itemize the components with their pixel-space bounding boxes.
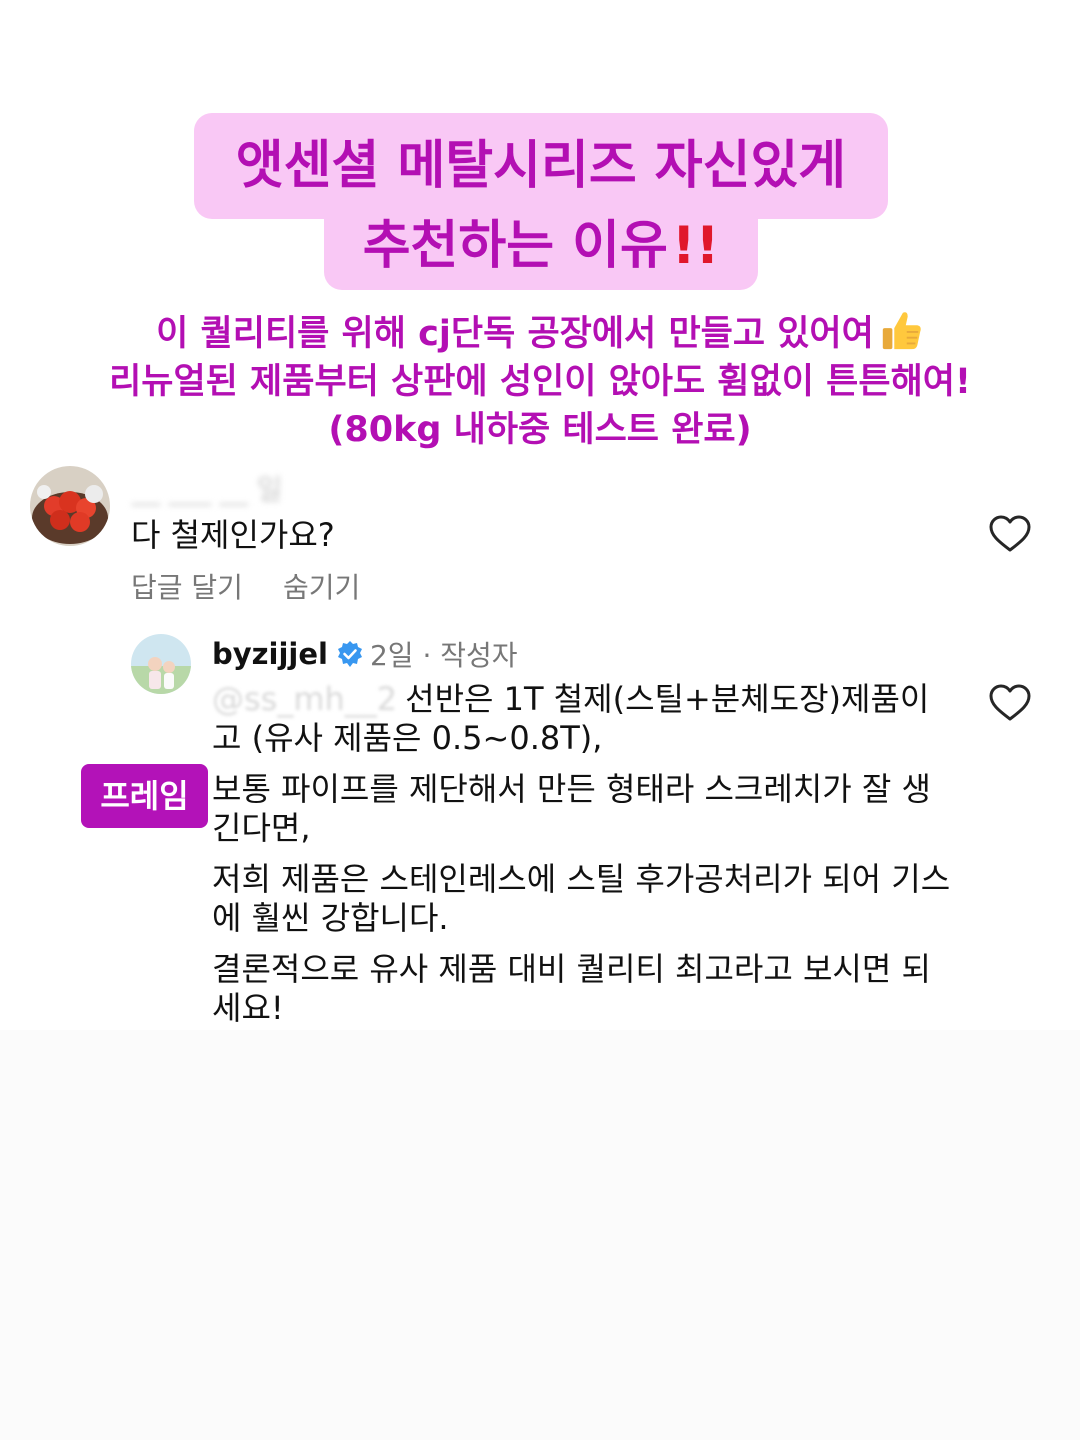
headline-line-1-text: 앳센셜 메탈시리즈 자신있게 [235,136,847,196]
like-heart-icon[interactable] [988,514,1032,554]
verified-badge-icon [337,641,362,667]
like-heart-icon[interactable] [988,683,1032,723]
subtitle-line-1-text: 이 퀄리티를 위해 cj단독 공장에서 만들고 있어여 [156,314,874,354]
reply-paragraph: 저희 제품은 스테인레스에 스틸 후가공처리가 되어 기스에 훨씬 강합니다. [212,860,951,937]
author-avatar[interactable] [131,634,191,694]
strawberry-avatar-image [30,466,110,546]
reply-mention[interactable]: @ss_mh__2 [212,680,397,718]
subtitle-line-2-text: 리뉴얼된 제품부터 상판에 성인이 앉아도 휨없이 튼튼해여! [109,362,971,402]
author-avatar-image [131,634,191,694]
reply-header: byzijjel 2일 · 작성자 [212,634,518,674]
reply-meta: 2일 · 작성자 [369,639,518,672]
headline-line-1: 앳센셜 메탈시리즈 자신있게 [194,113,888,219]
comment-text: 다 철제인가요? [131,516,335,554]
commenter-username[interactable]: __ ___ __ 일 [132,468,282,508]
headline-line-2: 추천하는 이유!! [324,206,758,290]
reply-button[interactable]: 답글 달기 [131,566,243,606]
author-name[interactable]: byzijjel [212,637,328,671]
subtitle-line-1: 이 퀄리티를 위해 cj단독 공장에서 만들고 있어여 [40,305,1040,356]
hide-button[interactable]: 숨기기 [283,566,360,606]
subtitle-line-2: 리뉴얼된 제품부터 상판에 성인이 앉아도 휨없이 튼튼해여! [40,353,1040,404]
frame-label-badge: 프레임 [81,764,208,828]
subtitle-line-3: (80kg 내하중 테스트 완료) [40,401,1040,452]
background-lower [0,1030,1080,1440]
reply-paragraph: 보통 파이프를 제단해서 만든 형태라 스크레치가 잘 생긴다면, [212,770,931,847]
headline-line-2-text: 추천하는 이유 [362,216,668,276]
thumbs-up-icon [882,312,921,350]
reply-body: @ss_mh__2 선반은 1T 철제(스틸+분체도장)제품이고 (유사 제품은 … [212,680,952,1040]
subtitle-line-3-text: (80kg 내하중 테스트 완료) [328,410,752,450]
commenter-avatar[interactable] [30,466,110,546]
reply-paragraph: 결론적으로 유사 제품 대비 퀄리티 최고라고 보시면 되세요! [212,950,931,1027]
headline-emphasis: !! [671,216,720,276]
reply-paragraph: @ss_mh__2 선반은 1T 철제(스틸+분체도장)제품이고 (유사 제품은 … [212,680,952,758]
